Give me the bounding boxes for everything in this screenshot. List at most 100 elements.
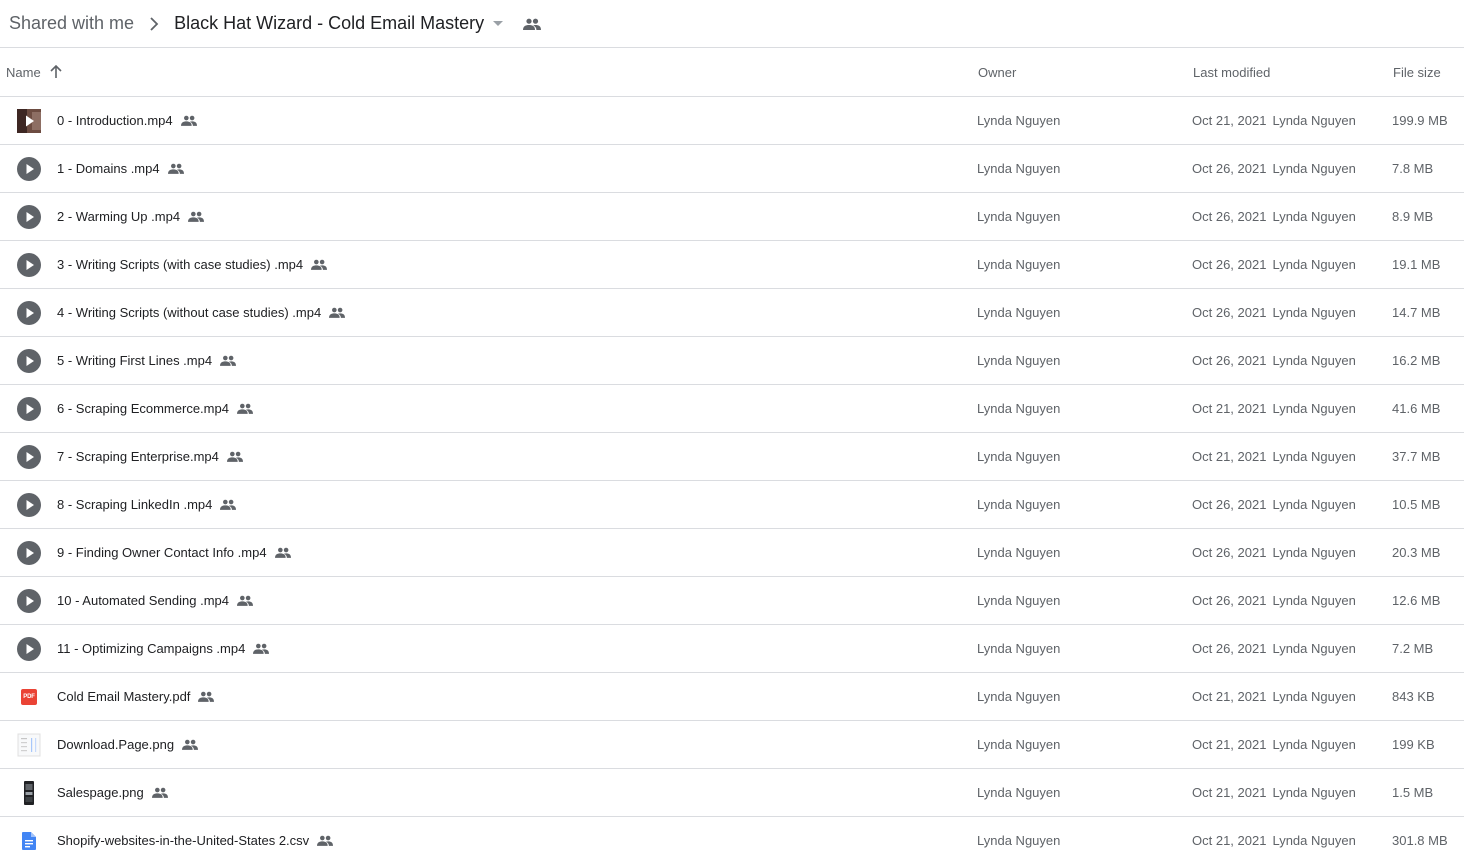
file-row[interactable]: 9 - Finding Owner Contact Info .mp4 Lynda…	[0, 529, 1464, 577]
play-video-icon	[16, 625, 42, 672]
column-header-last-modified[interactable]: Last modified	[1193, 48, 1270, 96]
file-name: 6 - Scraping Ecommerce.mp4	[57, 401, 229, 416]
play-video-icon	[16, 481, 42, 528]
file-last-modified: Oct 26, 2021 Lynda Nguyen	[1192, 289, 1356, 336]
file-modified-by: Lynda Nguyen	[1272, 209, 1356, 224]
file-owner: Lynda Nguyen	[977, 593, 1061, 608]
file-size: 10.5 MB	[1392, 497, 1441, 512]
file-name: 9 - Finding Owner Contact Info .mp4	[57, 545, 267, 560]
file-modified-date: Oct 21, 2021	[1192, 449, 1267, 464]
file-owner: Lynda Nguyen	[977, 113, 1061, 128]
file-size: 199.9 MB	[1392, 113, 1448, 128]
file-name-cell: 1 - Domains .mp4	[57, 145, 184, 192]
breadcrumb-shared-with-me[interactable]: Shared with me	[9, 13, 134, 34]
file-modified-by: Lynda Nguyen	[1272, 785, 1356, 800]
file-owner: Lynda Nguyen	[977, 641, 1061, 656]
file-name: 5 - Writing First Lines .mp4	[57, 353, 213, 368]
file-row[interactable]: 6 - Scraping Ecommerce.mp4 Lynda Nguyen Oc…	[0, 385, 1464, 433]
file-last-modified: Oct 21, 2021 Lynda Nguyen	[1192, 97, 1356, 144]
file-name-cell: 11 - Optimizing Campaigns .mp4	[57, 625, 270, 672]
file-name-cell: Cold Email Mastery.pdf	[57, 673, 215, 720]
file-name-cell: 0 - Introduction.mp4	[57, 97, 197, 144]
breadcrumb: Shared with me Black Hat Wizard - Cold E…	[0, 0, 1464, 48]
file-row[interactable]: 7 - Scraping Enterprise.mp4 Lynda Nguyen O…	[0, 433, 1464, 481]
file-row[interactable]: PDF Cold Email Mastery.pdf Lynda Nguyen Oct…	[0, 673, 1464, 721]
column-header-file-size[interactable]: File size	[1393, 48, 1441, 96]
file-name-cell: 2 - Warming Up .mp4	[57, 193, 205, 240]
file-size: 1.5 MB	[1392, 785, 1434, 800]
file-row[interactable]: 5 - Writing First Lines .mp4 Lynda Nguyen…	[0, 337, 1464, 385]
file-modified-date: Oct 26, 2021	[1192, 593, 1267, 608]
pdf-icon: PDF	[16, 673, 42, 720]
file-owner: Lynda Nguyen	[977, 545, 1061, 560]
file-row[interactable]: Salespage.png Lynda Nguyen Oct 21, 2021 Lyn…	[0, 769, 1464, 817]
file-row[interactable]: 3 - Writing Scripts (with case studies) …	[0, 241, 1464, 289]
file-modified-by: Lynda Nguyen	[1272, 401, 1356, 416]
file-modified-by: Lynda Nguyen	[1272, 689, 1356, 704]
shared-people-icon	[237, 595, 254, 606]
column-header-name[interactable]: Name	[6, 48, 62, 96]
file-size: 843 KB	[1392, 689, 1435, 704]
file-name-cell: Salespage.png	[57, 769, 168, 816]
shared-people-icon	[182, 739, 199, 750]
file-name-cell: 7 - Scraping Enterprise.mp4	[57, 433, 243, 480]
file-last-modified: Oct 21, 2021 Lynda Nguyen	[1192, 433, 1356, 480]
file-row[interactable]: 10 - Automated Sending .mp4 Lynda Nguyen O…	[0, 577, 1464, 625]
shared-people-icon	[220, 355, 237, 366]
file-owner: Lynda Nguyen	[977, 209, 1061, 224]
people-icon[interactable]	[520, 12, 544, 36]
file-modified-by: Lynda Nguyen	[1272, 641, 1356, 656]
shared-people-icon	[329, 307, 346, 318]
breadcrumb-current-folder[interactable]: Black Hat Wizard - Cold Email Mastery	[174, 13, 484, 34]
file-row[interactable]: 1 - Domains .mp4 Lynda Nguyen Oct 26, 2021…	[0, 145, 1464, 193]
chevron-right-icon	[142, 12, 166, 36]
file-name: 10 - Automated Sending .mp4	[57, 593, 230, 608]
file-name: 3 - Writing Scripts (with case studies) …	[57, 257, 304, 272]
file-owner: Lynda Nguyen	[977, 785, 1061, 800]
phone-image-thumbnail-icon	[16, 769, 42, 816]
column-header-owner[interactable]: Owner	[978, 48, 1016, 96]
caret-down-icon[interactable]	[486, 12, 510, 36]
file-row[interactable]: 0 - Introduction.mp4 Lynda Nguyen Oct 21, …	[0, 97, 1464, 145]
file-modified-date: Oct 21, 2021	[1192, 737, 1267, 752]
file-row[interactable]: 8 - Scraping LinkedIn .mp4 Lynda Nguyen Oc…	[0, 481, 1464, 529]
file-row[interactable]: 11 - Optimizing Campaigns .mp4 Lynda Nguy…	[0, 625, 1464, 673]
file-name: 7 - Scraping Enterprise.mp4	[57, 449, 219, 464]
file-row[interactable]: 4 - Writing Scripts (without case studie…	[0, 289, 1464, 337]
file-modified-date: Oct 26, 2021	[1192, 545, 1267, 560]
file-owner: Lynda Nguyen	[977, 497, 1061, 512]
file-modified-by: Lynda Nguyen	[1272, 353, 1356, 368]
arrow-up-icon[interactable]	[50, 65, 62, 79]
file-size: 8.9 MB	[1392, 209, 1434, 224]
file-size: 20.3 MB	[1392, 545, 1441, 560]
file-row[interactable]: Shopify-websites-in-the-United-States 2.…	[0, 817, 1464, 862]
file-modified-date: Oct 26, 2021	[1192, 161, 1267, 176]
file-name-cell: 9 - Finding Owner Contact Info .mp4	[57, 529, 291, 576]
play-video-icon	[16, 193, 42, 240]
file-row[interactable]: 2 - Warming Up .mp4 Lynda Nguyen Oct 26, 2…	[0, 193, 1464, 241]
shared-people-icon	[274, 547, 291, 558]
file-modified-by: Lynda Nguyen	[1272, 257, 1356, 272]
column-header-row: Name Owner Last modified File size	[0, 48, 1464, 97]
file-last-modified: Oct 21, 2021 Lynda Nguyen	[1192, 769, 1356, 816]
file-list: 0 - Introduction.mp4 Lynda Nguyen Oct 21, …	[0, 97, 1464, 862]
shared-people-icon	[198, 691, 215, 702]
file-modified-by: Lynda Nguyen	[1272, 497, 1356, 512]
file-name: Salespage.png	[57, 785, 144, 800]
file-modified-by: Lynda Nguyen	[1272, 593, 1356, 608]
file-row[interactable]: Download.Page.png Lynda Nguyen Oct 21, 202…	[0, 721, 1464, 769]
video-thumbnail-icon	[16, 97, 42, 144]
file-name-cell: 5 - Writing First Lines .mp4	[57, 337, 237, 384]
play-video-icon	[16, 529, 42, 576]
file-name-cell: 3 - Writing Scripts (with case studies) …	[57, 241, 328, 288]
file-name-cell: 6 - Scraping Ecommerce.mp4	[57, 385, 253, 432]
file-name: 11 - Optimizing Campaigns .mp4	[57, 641, 246, 656]
file-size: 199 KB	[1392, 737, 1435, 752]
play-video-icon	[16, 385, 42, 432]
file-name-cell: 4 - Writing Scripts (without case studie…	[57, 289, 346, 336]
file-size: 19.1 MB	[1392, 257, 1441, 272]
file-name: 4 - Writing Scripts (without case studie…	[57, 305, 322, 320]
shared-people-icon	[220, 499, 237, 510]
file-owner: Lynda Nguyen	[977, 161, 1061, 176]
file-modified-date: Oct 26, 2021	[1192, 353, 1267, 368]
